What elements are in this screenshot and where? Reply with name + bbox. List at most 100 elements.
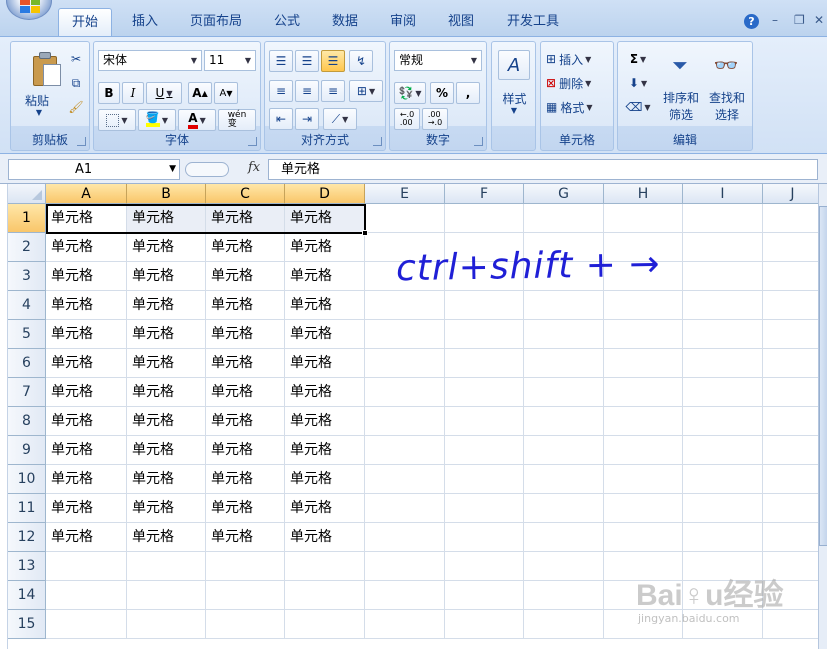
scrollbar-thumb[interactable] [819,206,827,546]
cell-h12[interactable] [604,523,683,552]
number-launcher-icon[interactable] [474,137,483,146]
cell-g10[interactable] [524,465,604,494]
cell-j2[interactable] [763,233,818,262]
cell-d8[interactable]: 单元格 [285,407,365,436]
cell-e10[interactable] [365,465,445,494]
cell-a5[interactable]: 单元格 [46,320,127,349]
cell-e13[interactable] [365,552,445,581]
format-cells-button[interactable]: ▦ 格式 ▼ [545,96,611,118]
align-center-icon[interactable]: ≡ [295,80,319,102]
cell-j1[interactable] [763,204,818,233]
minimize-icon[interactable]: – [772,13,778,27]
clipboard-launcher-icon[interactable] [77,137,86,146]
cell-e12[interactable] [365,523,445,552]
cell-a13[interactable] [46,552,127,581]
column-header-h[interactable]: H [604,184,683,204]
column-header-i[interactable]: I [683,184,763,204]
cell-b9[interactable]: 单元格 [127,436,206,465]
cell-c3[interactable]: 单元格 [206,262,285,291]
cell-c7[interactable]: 单元格 [206,378,285,407]
fill-handle[interactable] [362,230,368,236]
borders-button[interactable]: ▼ [98,109,136,131]
chevron-down-icon[interactable]: ▼ [241,51,255,70]
cell-j6[interactable] [763,349,818,378]
cell-i9[interactable] [683,436,763,465]
cell-e8[interactable] [365,407,445,436]
cell-h11[interactable] [604,494,683,523]
cell-b6[interactable]: 单元格 [127,349,206,378]
chevron-down-icon[interactable]: ▼ [187,51,201,70]
cell-c14[interactable] [206,581,285,610]
cell-a14[interactable] [46,581,127,610]
paste-button[interactable]: 粘贴 [17,92,57,109]
cell-a8[interactable]: 单元格 [46,407,127,436]
align-top-icon[interactable]: ☰ [269,50,293,72]
cell-c8[interactable]: 单元格 [206,407,285,436]
cell-j4[interactable] [763,291,818,320]
tab-data[interactable]: 数据 [323,10,367,36]
phonetic-button[interactable]: wén 变 [218,109,256,131]
cell-d1[interactable]: 单元格 [285,204,365,233]
column-header-f[interactable]: F [445,184,524,204]
paste-dropdown-icon[interactable]: ▼ [35,108,43,117]
row-header-11[interactable]: 11 [8,494,46,523]
styles-icon[interactable]: A [498,50,530,80]
align-right-icon[interactable]: ≡ [321,80,345,102]
column-header-j[interactable]: J [763,184,818,204]
close-icon[interactable]: ✕ [814,13,824,27]
cell-b11[interactable]: 单元格 [127,494,206,523]
formula-splitter[interactable] [185,162,229,177]
cell-h4[interactable] [604,291,683,320]
cell-d3[interactable]: 单元格 [285,262,365,291]
cell-h10[interactable] [604,465,683,494]
grow-font-button[interactable]: A ▲ [188,82,212,104]
cell-c5[interactable]: 单元格 [206,320,285,349]
fill-color-button[interactable]: 🪣 ▼ [138,109,176,131]
cell-f13[interactable] [445,552,524,581]
cell-g8[interactable] [524,407,604,436]
cell-h8[interactable] [604,407,683,436]
tab-home[interactable]: 开始 [58,8,112,37]
cell-a12[interactable]: 单元格 [46,523,127,552]
column-header-g[interactable]: G [524,184,604,204]
cell-i2[interactable] [683,233,763,262]
row-header-9[interactable]: 9 [8,436,46,465]
alignment-launcher-icon[interactable] [373,137,382,146]
cell-g4[interactable] [524,291,604,320]
clear-icon[interactable]: ⌫ ▼ [622,96,654,118]
cell-j10[interactable] [763,465,818,494]
cell-b5[interactable]: 单元格 [127,320,206,349]
decrease-decimal-button[interactable]: .00 →.0 [422,108,448,130]
cell-f12[interactable] [445,523,524,552]
cell-f7[interactable] [445,378,524,407]
increase-decimal-button[interactable]: ←.0 .00 [394,108,420,130]
cell-f5[interactable] [445,320,524,349]
cell-i1[interactable] [683,204,763,233]
column-header-c[interactable]: C [206,184,285,204]
row-header-3[interactable]: 3 [8,262,46,291]
cell-d13[interactable] [285,552,365,581]
tab-insert[interactable]: 插入 [123,10,167,36]
cell-b4[interactable]: 单元格 [127,291,206,320]
font-color-button[interactable]: A ▼ [178,109,216,131]
cell-h6[interactable] [604,349,683,378]
tab-developer[interactable]: 开发工具 [497,10,569,36]
styles-dropdown-icon[interactable]: ▼ [510,106,518,115]
sort-filter-button[interactable]: 排序和 筛选 [658,90,704,124]
cell-i11[interactable] [683,494,763,523]
cell-c6[interactable]: 单元格 [206,349,285,378]
currency-icon[interactable]: 💱 ▼ [394,82,426,104]
binoculars-icon[interactable]: 👓 [708,48,744,82]
column-header-e[interactable]: E [365,184,445,204]
cell-i3[interactable] [683,262,763,291]
cell-j5[interactable] [763,320,818,349]
cell-d4[interactable]: 单元格 [285,291,365,320]
find-select-button[interactable]: 查找和 选择 [704,90,750,124]
row-header-4[interactable]: 4 [8,291,46,320]
cell-b7[interactable]: 单元格 [127,378,206,407]
cell-j3[interactable] [763,262,818,291]
cell-g11[interactable] [524,494,604,523]
column-header-a[interactable]: A [46,184,127,204]
cell-j12[interactable] [763,523,818,552]
cell-f10[interactable] [445,465,524,494]
